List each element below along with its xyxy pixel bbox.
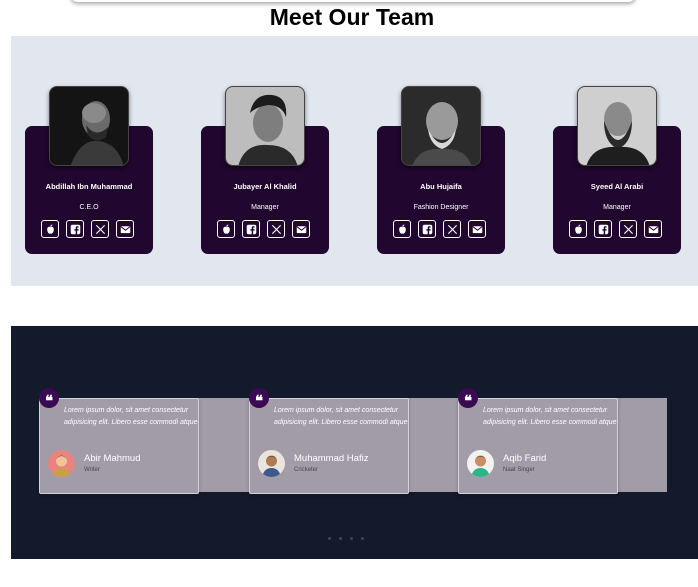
- member-photo: [49, 86, 129, 166]
- member-name: Syeed Al Arabi: [590, 182, 644, 191]
- testimonial-card: ❝ Lorem ipsum dolor, sit amet consectetu…: [39, 388, 199, 494]
- member-name: Jubayer Al Khalid: [233, 182, 297, 191]
- social-links: [217, 220, 313, 238]
- carousel-dots: [328, 537, 364, 540]
- testimonial-name: Aqib Farid: [503, 453, 547, 464]
- team-member-card: Abu Hujaifa Fashion Designer: [377, 36, 505, 286]
- member-role: Fashion Designer: [413, 204, 469, 211]
- x-icon[interactable]: [443, 220, 461, 238]
- member-role: Manager: [603, 204, 631, 211]
- carousel-dot[interactable]: [328, 537, 331, 540]
- mail-icon[interactable]: [292, 220, 310, 238]
- member-name: Abu Hujaifa: [420, 182, 462, 191]
- facebook-icon[interactable]: [594, 220, 612, 238]
- carousel-dot[interactable]: [350, 537, 353, 540]
- member-role: C.E.O: [79, 204, 99, 211]
- testimonial-role: Cricketer: [294, 467, 319, 473]
- quote-icon: ❝: [249, 388, 269, 410]
- member-photo: [225, 86, 305, 166]
- team-member-card: Abdillah Ibn Muhammad C.E.O: [25, 36, 153, 286]
- facebook-icon[interactable]: [66, 220, 84, 238]
- avatar: [48, 450, 75, 477]
- apple-icon[interactable]: [569, 220, 587, 238]
- testimonials-section: ❝ Lorem ipsum dolor, sit amet consectetu…: [11, 326, 698, 559]
- social-links: [569, 220, 665, 238]
- testimonial-role: Naat Singer: [503, 467, 535, 473]
- team-member-card: Syeed Al Arabi Manager: [553, 36, 681, 286]
- avatar: [258, 450, 285, 477]
- facebook-icon[interactable]: [242, 220, 260, 238]
- mail-icon[interactable]: [116, 220, 134, 238]
- team-member-card: Jubayer Al Khalid Manager: [201, 36, 329, 286]
- testimonial-quote: Lorem ipsum dolor, sit amet consectetur …: [483, 407, 617, 426]
- x-icon[interactable]: [91, 220, 109, 238]
- member-photo: [577, 86, 657, 166]
- quote-icon: ❝: [458, 388, 478, 410]
- apple-icon[interactable]: [41, 220, 59, 238]
- team-section: Abdillah Ibn Muhammad C.E.O Jubayer Al K…: [11, 36, 698, 286]
- testimonial-role: Writer: [84, 467, 100, 473]
- x-icon[interactable]: [619, 220, 637, 238]
- testimonial-quote: Lorem ipsum dolor, sit amet consectetur …: [64, 407, 198, 426]
- x-icon[interactable]: [267, 220, 285, 238]
- avatar: [467, 450, 494, 477]
- section-title: Meet Our Team: [269, 4, 435, 30]
- top-nav-bar: [70, 0, 636, 2]
- testimonial-card: ❝ Lorem ipsum dolor, sit amet consectetu…: [458, 388, 618, 494]
- quote-icon: ❝: [39, 388, 59, 410]
- member-photo: [401, 86, 481, 166]
- testimonial-name: Muhammad Hafiz: [294, 453, 369, 464]
- testimonial-quote: Lorem ipsum dolor, sit amet consectetur …: [274, 407, 408, 426]
- testimonial-name: Abir Mahmud: [84, 453, 141, 464]
- mail-icon[interactable]: [468, 220, 486, 238]
- carousel-dot[interactable]: [361, 537, 364, 540]
- social-links: [393, 220, 489, 238]
- carousel-dot[interactable]: [339, 537, 342, 540]
- facebook-icon[interactable]: [418, 220, 436, 238]
- member-name: Abdillah Ibn Muhammad: [45, 182, 133, 191]
- testimonial-card: ❝ Lorem ipsum dolor, sit amet consectetu…: [249, 388, 409, 494]
- mail-icon[interactable]: [644, 220, 662, 238]
- social-links: [41, 220, 137, 238]
- member-role: Manager: [251, 204, 279, 211]
- apple-icon[interactable]: [217, 220, 235, 238]
- apple-icon[interactable]: [393, 220, 411, 238]
